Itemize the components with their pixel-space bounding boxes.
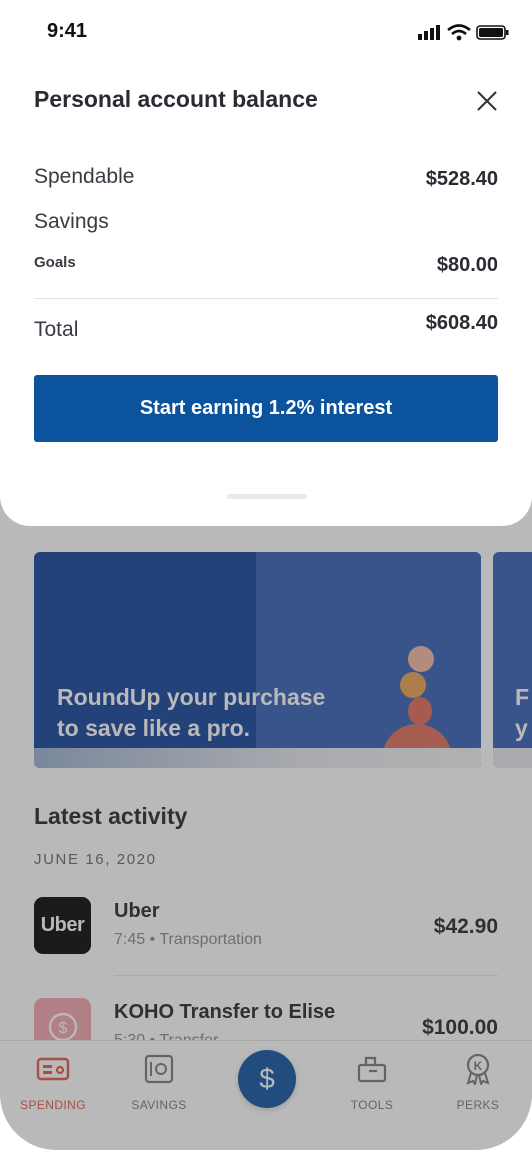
status-icons [418, 24, 509, 41]
close-button[interactable] [472, 86, 502, 116]
goals-label: Goals [34, 254, 76, 271]
total-divider [34, 298, 498, 299]
close-icon [477, 91, 497, 111]
start-earning-button[interactable]: Start earning 1.2% interest [34, 375, 498, 442]
spendable-label: Spendable [34, 165, 135, 188]
sheet-title: Personal account balance [34, 86, 318, 112]
goals-value: $80.00 [436, 254, 498, 276]
sheet-drag-handle[interactable] [227, 494, 307, 499]
balance-sheet: 9:41 Personal account balance Spendable … [0, 0, 532, 526]
spendable-value: $528.40 [425, 168, 498, 190]
wifi-icon [447, 24, 471, 41]
total-label: Total [34, 318, 79, 341]
phone-screen: RoundUp your purchase to save like a pro… [0, 0, 532, 1150]
signal-icon [418, 25, 440, 40]
total-value: $608.40 [425, 312, 498, 334]
savings-label: Savings [34, 210, 109, 233]
battery-icon [476, 25, 509, 40]
status-time: 9:41 [47, 20, 88, 42]
